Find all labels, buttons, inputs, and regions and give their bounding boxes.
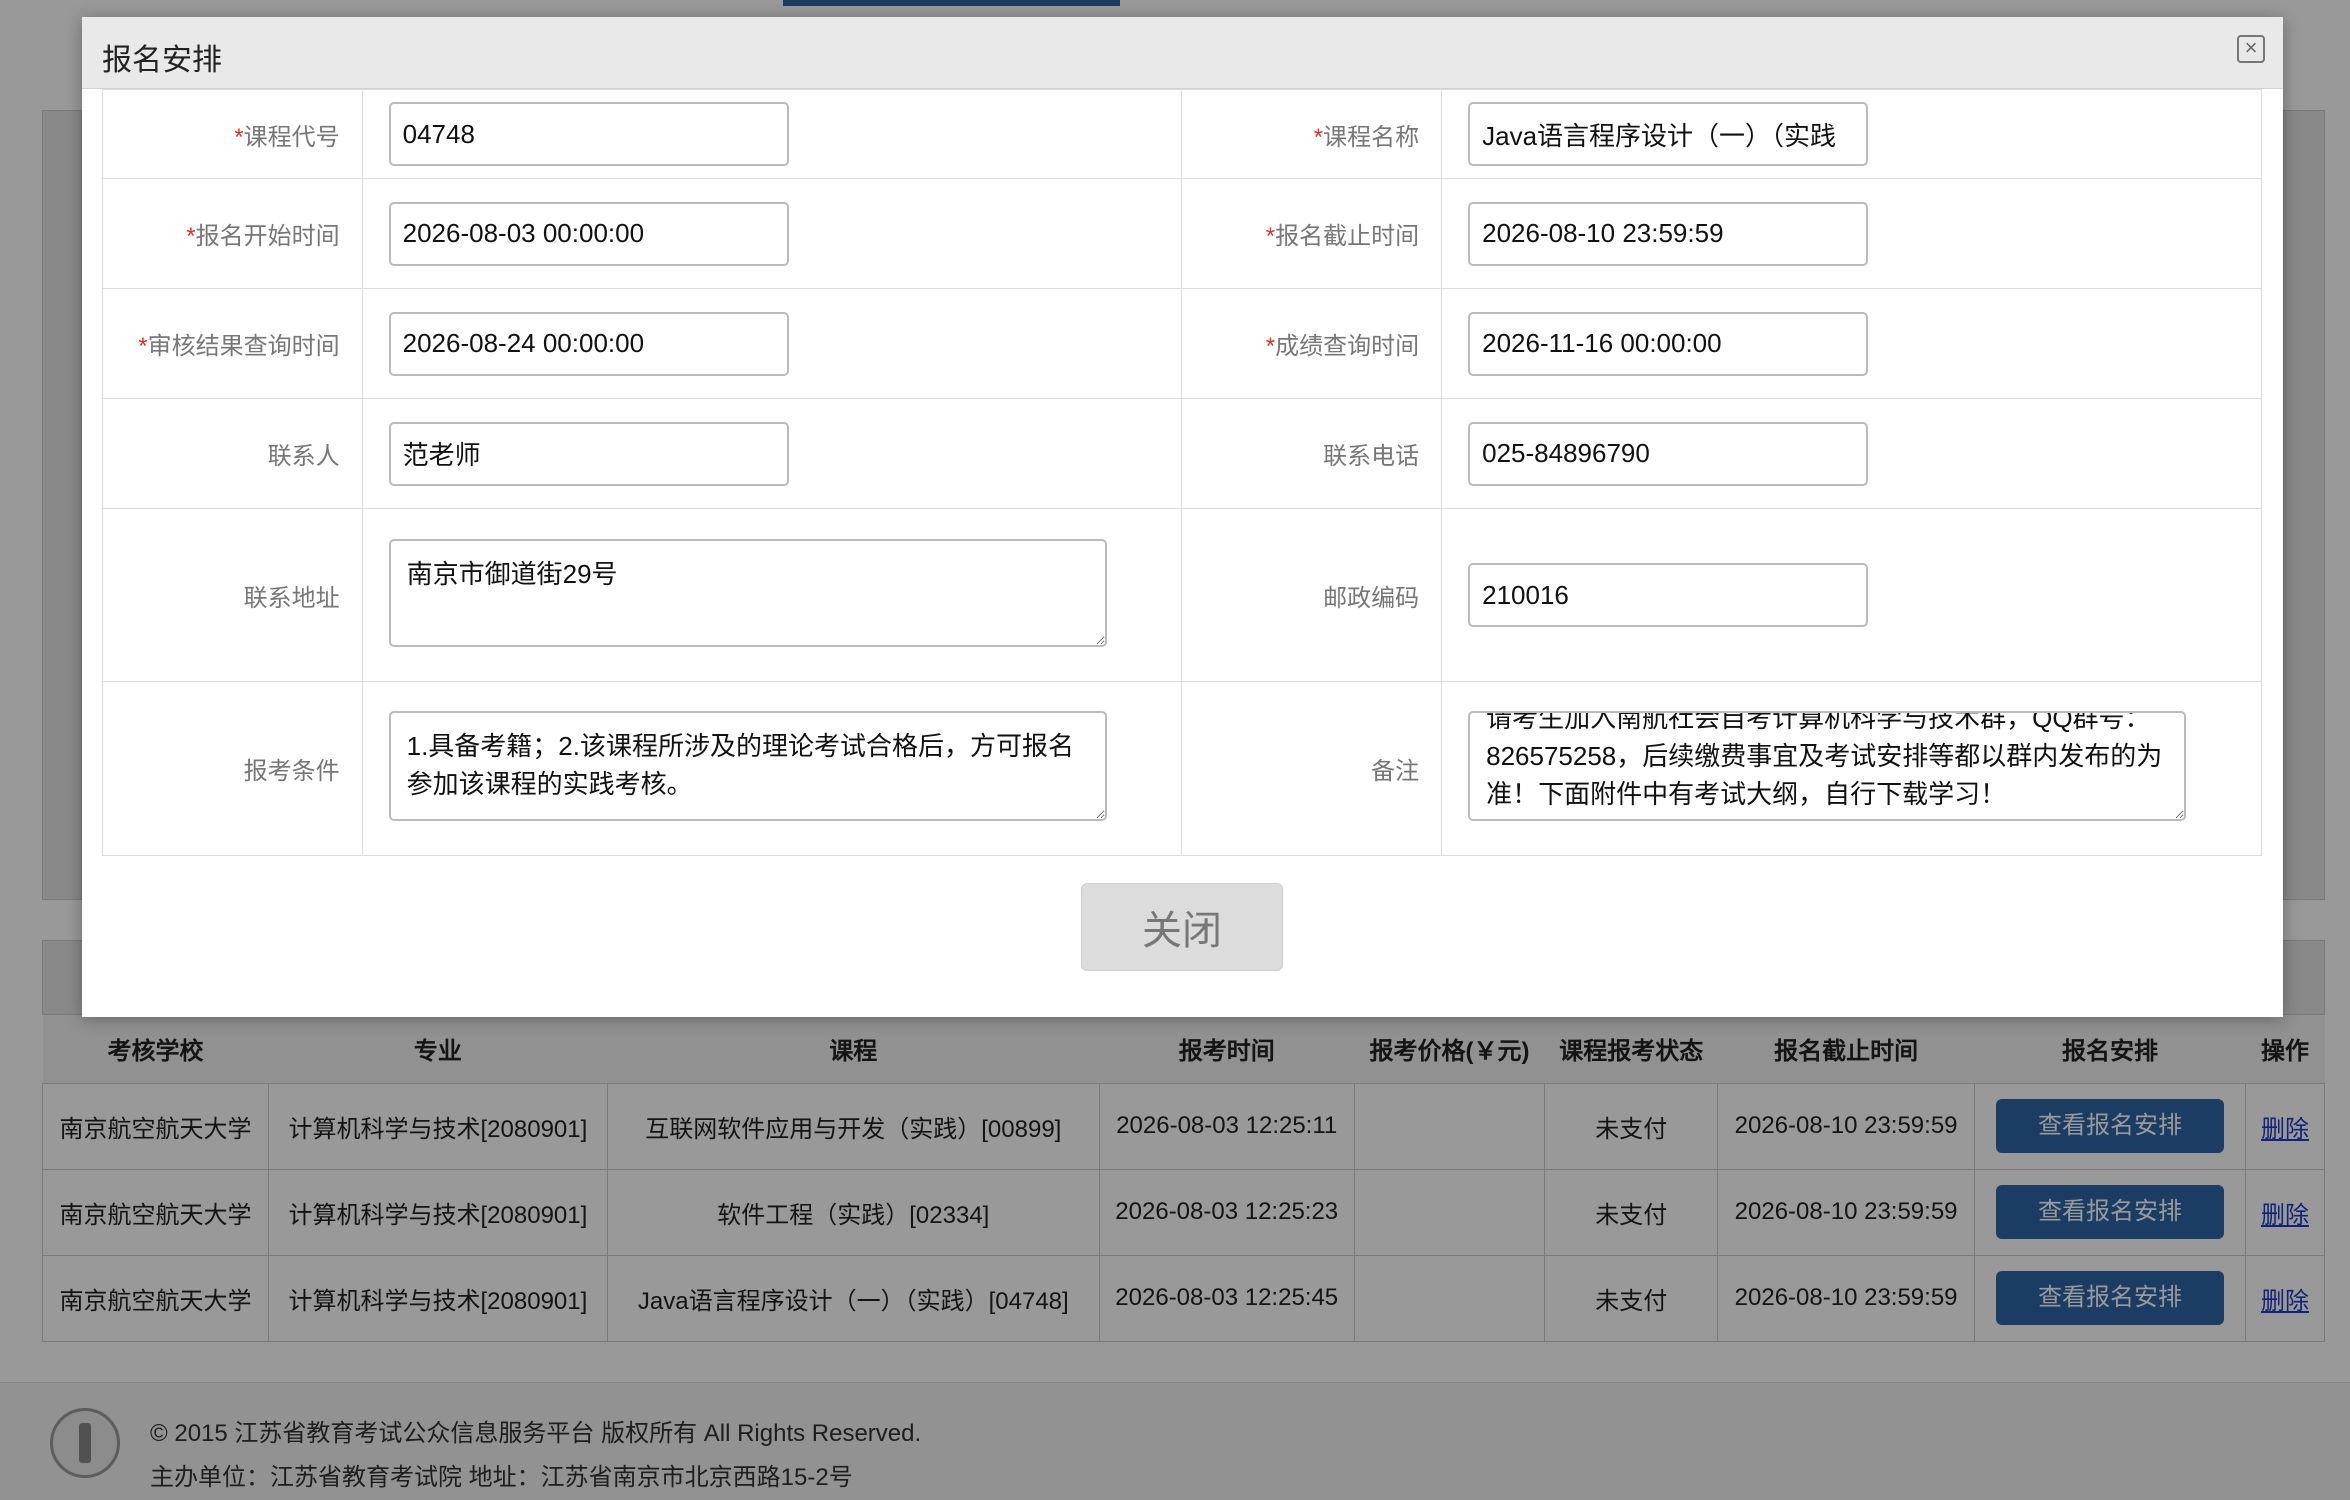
form-row: 联系人 联系电话 (102, 398, 2262, 509)
field-label: *审核结果查询时间 (102, 288, 363, 399)
field-label: 邮政编码 (1181, 508, 1443, 682)
audit-query-time-input[interactable] (388, 311, 789, 376)
registration-end-input[interactable] (1468, 201, 1869, 266)
arrangement-form: *课程代号 *课程名称 *报名开始时间 *报名截止时间 *审核结果查询时间 *成… (102, 89, 2262, 856)
contact-address-textarea[interactable]: 南京市御道街29号 (388, 538, 1107, 647)
course-code-input[interactable] (388, 102, 789, 166)
postcode-input[interactable] (1468, 563, 1869, 627)
required-mark: * (1313, 123, 1324, 151)
required-mark: * (234, 123, 244, 151)
close-icon[interactable]: × (2237, 35, 2265, 63)
field-label: 联系地址 (102, 508, 363, 682)
form-row: 联系地址 南京市御道街29号 邮政编码 (102, 508, 2262, 682)
form-row: *审核结果查询时间 *成绩查询时间 (102, 288, 2262, 399)
required-mark: * (138, 333, 148, 360)
remark-textarea[interactable]: 请考生加入南航社会自考计算机科学与技术群，QQ群号：826575258，后续缴费… (1468, 711, 2187, 821)
form-row: *报名开始时间 *报名截止时间 (102, 178, 2262, 289)
field-label: *课程代号 (102, 89, 363, 179)
dialog-header: 报名安排 × (82, 17, 2283, 89)
field-label: 报考条件 (102, 681, 363, 856)
required-mark: * (186, 223, 196, 250)
close-button[interactable]: 关闭 (1081, 883, 1283, 971)
field-label: *课程名称 (1181, 89, 1443, 179)
score-query-time-input[interactable] (1468, 311, 1869, 376)
required-mark: * (1265, 333, 1276, 360)
required-mark: * (1265, 223, 1276, 250)
dialog-title: 报名安排 (102, 44, 222, 77)
contact-phone-input[interactable] (1468, 421, 1869, 486)
field-label: *报名开始时间 (102, 178, 363, 289)
field-label: *成绩查询时间 (1181, 288, 1443, 399)
registration-start-input[interactable] (388, 201, 789, 266)
field-label: 备注 (1181, 681, 1443, 856)
field-label: 联系人 (102, 398, 363, 509)
course-name-input[interactable] (1468, 102, 1869, 166)
form-row: 报考条件 1.具备考籍；2.该课程所涉及的理论考试合格后，方可报名参加该课程的实… (102, 681, 2262, 856)
field-label: *报名截止时间 (1181, 178, 1443, 289)
contact-person-input[interactable] (388, 421, 789, 486)
field-label: 联系电话 (1181, 398, 1443, 509)
form-row: *课程代号 *课程名称 (102, 89, 2262, 179)
registration-arrangement-dialog: 报名安排 × *课程代号 *课程名称 *报名开始时间 *报名截止时间 *审核结果… (82, 17, 2283, 1017)
conditions-textarea[interactable]: 1.具备考籍；2.该课程所涉及的理论考试合格后，方可报名参加该课程的实践考核。 (388, 711, 1107, 821)
